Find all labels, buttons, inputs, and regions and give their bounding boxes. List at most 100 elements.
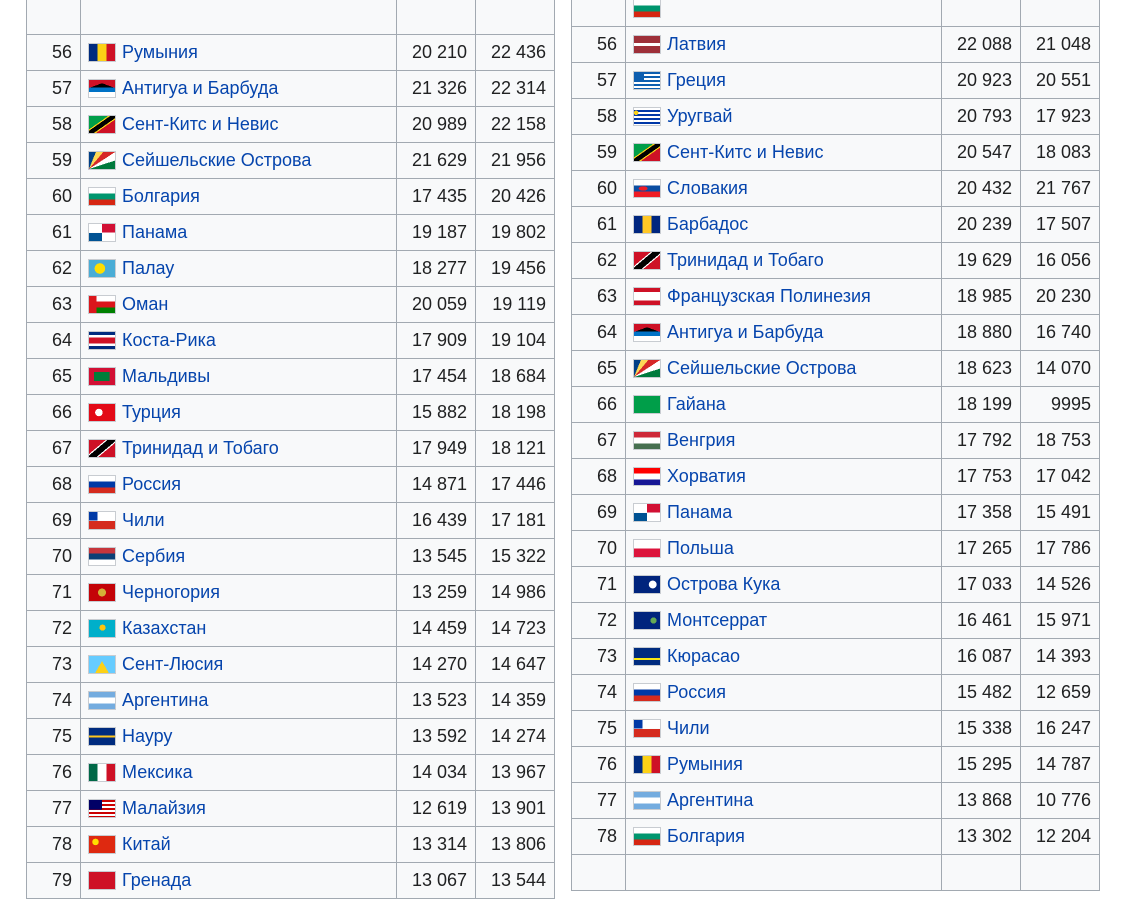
country-flag-icon[interactable] <box>88 439 116 458</box>
country-flag-icon[interactable] <box>88 367 116 386</box>
country-link[interactable]: Румыния <box>122 42 198 62</box>
country-flag-icon[interactable] <box>88 187 116 206</box>
country-link[interactable]: Аргентина <box>122 690 208 710</box>
country-flag-icon[interactable] <box>88 295 116 314</box>
country-link[interactable]: Турция <box>122 402 181 422</box>
country-link[interactable]: Тринидад и Тобаго <box>667 250 824 270</box>
country-link[interactable]: Сент-Китс и Невис <box>122 114 278 134</box>
country-flag-icon[interactable] <box>88 655 116 674</box>
country-flag-icon[interactable] <box>633 107 661 126</box>
country-flag-icon[interactable] <box>633 0 661 18</box>
country-link[interactable]: Оман <box>122 294 168 314</box>
country-flag-icon[interactable] <box>633 755 661 774</box>
country-flag-icon[interactable] <box>633 251 661 270</box>
country-link[interactable]: Мальдивы <box>122 366 210 386</box>
country-link[interactable]: Чили <box>122 510 165 530</box>
country-flag-icon[interactable] <box>633 287 661 306</box>
country-link[interactable]: Науру <box>122 726 172 746</box>
country-flag-icon[interactable] <box>633 575 661 594</box>
country-flag-icon[interactable] <box>633 395 661 414</box>
country-link[interactable]: Болгария <box>122 186 200 206</box>
country-link[interactable]: Греция <box>667 70 726 90</box>
country-cell: Палау <box>80 250 397 287</box>
country-flag-icon[interactable] <box>633 467 661 486</box>
country-link[interactable]: Коста-Рика <box>122 330 216 350</box>
country-link[interactable]: Румыния <box>667 754 743 774</box>
country-link[interactable]: Сент-Китс и Невис <box>667 142 823 162</box>
country-flag-icon[interactable] <box>88 475 116 494</box>
country-flag-icon[interactable] <box>88 151 116 170</box>
country-flag-icon[interactable] <box>633 611 661 630</box>
country-link[interactable]: Тринидад и Тобаго <box>122 438 279 458</box>
country-flag-icon[interactable] <box>88 43 116 62</box>
country-link[interactable]: Хорватия <box>667 466 746 486</box>
country-link[interactable]: Россия <box>667 682 726 702</box>
country-link[interactable]: Аргентина <box>667 790 753 810</box>
country-flag-icon[interactable] <box>633 647 661 666</box>
country-link[interactable]: Сейшельские Острова <box>122 150 311 170</box>
country-flag-icon[interactable] <box>88 547 116 566</box>
country-link[interactable]: Чили <box>667 718 710 738</box>
country-flag-icon[interactable] <box>633 683 661 702</box>
country-flag-icon[interactable] <box>88 619 116 638</box>
country-link[interactable]: Россия <box>122 474 181 494</box>
country-flag-icon[interactable] <box>88 259 116 278</box>
country-flag-icon[interactable] <box>88 763 116 782</box>
country-link[interactable]: Мексика <box>122 762 193 782</box>
country-link[interactable]: Панама <box>122 222 187 242</box>
country-flag-icon[interactable] <box>88 115 116 134</box>
country-flag-icon[interactable] <box>88 331 116 350</box>
country-link[interactable]: Гренада <box>122 870 191 890</box>
country-flag-icon[interactable] <box>633 35 661 54</box>
country-link[interactable]: Французская Полинезия <box>667 286 871 306</box>
country-link[interactable]: Палау <box>122 258 174 278</box>
country-flag-icon[interactable] <box>633 323 661 342</box>
country-link[interactable]: Малайзия <box>122 798 206 818</box>
country-link[interactable]: Латвия <box>667 34 726 54</box>
rank-cell: 76 <box>26 754 81 791</box>
country-flag-icon[interactable] <box>88 691 116 710</box>
country-link[interactable]: Гайана <box>667 394 726 414</box>
country-link[interactable]: Венгрия <box>667 430 735 450</box>
country-flag-icon[interactable] <box>88 583 116 602</box>
country-flag-icon[interactable] <box>88 799 116 818</box>
country-flag-icon[interactable] <box>88 835 116 854</box>
country-flag-icon[interactable] <box>633 719 661 738</box>
country-link[interactable]: Болгария <box>667 826 745 846</box>
country-flag-icon[interactable] <box>633 179 661 198</box>
country-link[interactable]: Острова Кука <box>667 574 780 594</box>
country-flag-icon[interactable] <box>88 511 116 530</box>
country-flag-icon[interactable] <box>633 827 661 846</box>
country-flag-icon[interactable] <box>88 727 116 746</box>
country-flag-icon[interactable] <box>88 223 116 242</box>
country-flag-icon[interactable] <box>633 539 661 558</box>
country-flag-icon[interactable] <box>88 79 116 98</box>
country-link[interactable]: Барбадос <box>667 214 748 234</box>
country-link[interactable]: Кюрасао <box>667 646 740 666</box>
country-link[interactable]: Польша <box>667 538 734 558</box>
country-link[interactable]: Словакия <box>667 178 748 198</box>
table-row: 65 Мальдивы 17 454 18 684 <box>26 358 555 395</box>
country-link[interactable]: Сейшельские Острова <box>667 358 856 378</box>
value-cell-2: 19 456 <box>475 250 555 287</box>
country-link[interactable]: Китай <box>122 834 171 854</box>
country-flag-icon[interactable] <box>88 403 116 422</box>
country-flag-icon[interactable] <box>633 71 661 90</box>
country-link[interactable]: Уругвай <box>667 106 732 126</box>
country-link[interactable]: Панама <box>667 502 732 522</box>
country-link[interactable]: Антигуа и Барбуда <box>667 322 823 342</box>
country-flag-icon[interactable] <box>633 359 661 378</box>
country-link[interactable]: Сербия <box>122 546 185 566</box>
country-link[interactable]: Казахстан <box>122 618 206 638</box>
country-link[interactable]: Черногория <box>122 582 220 602</box>
country-flag-icon[interactable] <box>633 791 661 810</box>
country-flag-icon[interactable] <box>88 871 116 890</box>
country-link[interactable]: Монтсеррат <box>667 610 767 630</box>
country-flag-icon[interactable] <box>633 431 661 450</box>
country-flag-icon[interactable] <box>633 143 661 162</box>
country-cell: Болгария <box>80 178 397 215</box>
country-link[interactable]: Сент-Люсия <box>122 654 223 674</box>
country-flag-icon[interactable] <box>633 503 661 522</box>
country-link[interactable]: Антигуа и Барбуда <box>122 78 278 98</box>
country-flag-icon[interactable] <box>633 215 661 234</box>
